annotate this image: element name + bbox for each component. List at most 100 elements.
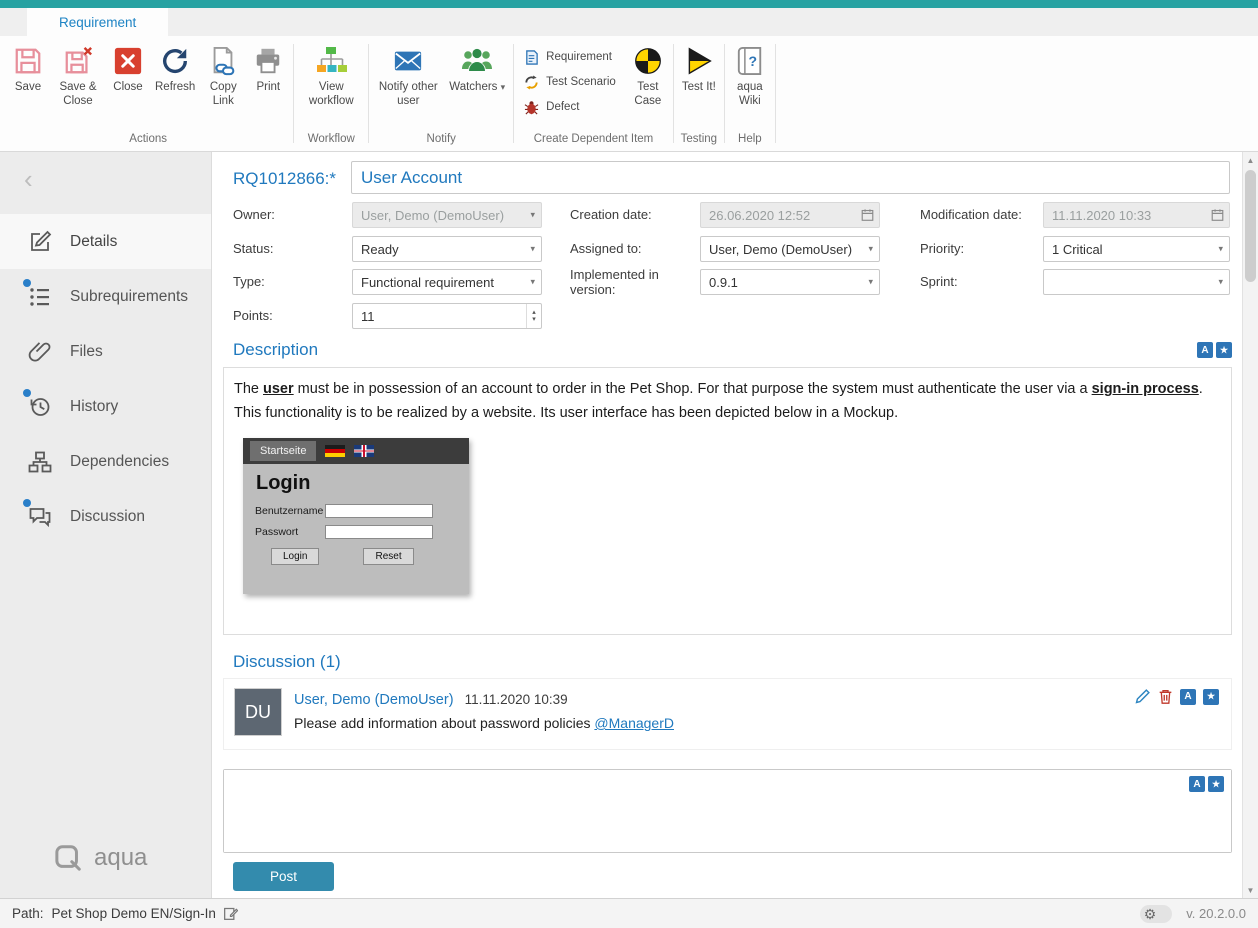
delete-comment-icon[interactable] <box>1158 688 1173 705</box>
description-header: Description <box>233 340 318 360</box>
scroll-up-icon[interactable]: ▲ <box>1243 152 1258 168</box>
calendar-icon <box>861 209 874 222</box>
sidebar-item-history[interactable]: History <box>0 379 211 434</box>
implemented-in-version-select[interactable]: 0.9.1 ▾ <box>700 269 880 295</box>
discussion-header: Discussion (1) <box>233 652 341 672</box>
sidebar-item-dependencies[interactable]: Dependencies <box>0 434 211 489</box>
settings-toggle[interactable]: ⚙ <box>1140 905 1173 923</box>
spinner-icons[interactable]: ▴▾ <box>526 304 541 328</box>
description-body[interactable]: The user must be in possession of an acc… <box>223 367 1232 635</box>
scroll-down-icon[interactable]: ▼ <box>1243 882 1258 898</box>
comment-text: Please add information about password po… <box>294 715 674 731</box>
owner-select[interactable]: User, Demo (DemoUser) ▾ <box>352 202 542 228</box>
font-style-icon[interactable]: A <box>1180 689 1196 705</box>
implemented-in-version-label: Implemented in version: <box>570 268 690 298</box>
comment-input[interactable] <box>224 770 1231 852</box>
copy-link-icon <box>207 45 239 77</box>
save-close-button[interactable]: Save & Close <box>50 38 106 110</box>
ribbon-separator <box>775 44 776 143</box>
aqua-logo-icon <box>54 844 84 872</box>
test-it-button[interactable]: Test It! <box>677 38 721 97</box>
mockup-password-input <box>325 525 433 539</box>
ribbon-separator <box>724 44 725 143</box>
collapse-sidebar-icon[interactable]: ‹ <box>24 166 33 192</box>
modification-date-field[interactable]: 11.11.2020 10:33 <box>1043 202 1230 228</box>
group-label-create-dependent-item: Create Dependent Item <box>517 129 670 151</box>
comment-actions: A ★ <box>1134 688 1219 705</box>
comment-item: DU User, Demo (DemoUser) 11.11.2020 10:3… <box>223 678 1232 750</box>
requirement-id-label: RQ1012866:* <box>233 169 336 189</box>
aqua-logo: aqua <box>54 844 147 872</box>
points-label: Points: <box>233 309 273 324</box>
comment-author-link[interactable]: User, Demo (DemoUser) <box>294 692 454 708</box>
calendar-icon <box>1211 209 1224 222</box>
type-select[interactable]: Functional requirement ▾ <box>352 269 542 295</box>
aqua-wiki-button[interactable]: ? aqua Wiki <box>728 38 772 110</box>
star-icon[interactable]: ★ <box>1208 776 1224 792</box>
hierarchy-icon <box>27 449 53 475</box>
assigned-to-select[interactable]: User, Demo (DemoUser) ▾ <box>700 236 880 262</box>
sidebar-item-details[interactable]: Details <box>0 214 211 269</box>
mockup-body: Login Benutzername Passwort Login Reset <box>243 464 469 565</box>
gear-icon: ⚙ <box>1144 907 1157 921</box>
comment-author-row: User, Demo (DemoUser) 11.11.2020 10:39 <box>294 692 568 708</box>
tab-requirement[interactable]: Requirement <box>27 8 168 36</box>
close-button[interactable]: Close <box>106 38 150 97</box>
chevron-down-icon: ▾ <box>1218 244 1223 255</box>
chevron-down-icon: ▾ <box>868 277 873 288</box>
font-style-icon[interactable]: A <box>1189 776 1205 792</box>
sidebar-item-discussion[interactable]: Discussion <box>0 489 211 544</box>
create-requirement-button[interactable]: Requirement <box>523 48 616 66</box>
watchers-button[interactable]: Watchers ▾ <box>444 38 510 97</box>
avatar: DU <box>234 688 282 736</box>
save-close-icon <box>62 45 94 77</box>
star-icon[interactable]: ★ <box>1216 342 1232 358</box>
font-style-icon[interactable]: A <box>1197 342 1213 358</box>
description-paragraph-2: This functionality is to be realized by … <box>234 401 1221 425</box>
post-button[interactable]: Post <box>233 862 334 891</box>
sidebar-item-files[interactable]: Files <box>0 324 211 379</box>
ribbon-separator <box>368 44 369 143</box>
mockup-header: Startseite <box>243 438 469 464</box>
german-flag-icon <box>325 445 345 457</box>
priority-select[interactable]: 1 Critical ▾ <box>1043 236 1230 262</box>
path-label: Path: <box>12 906 44 921</box>
points-stepper[interactable]: 11 ▴▾ <box>352 303 542 329</box>
edit-path-icon[interactable] <box>223 906 238 921</box>
chat-bubble-icon <box>27 504 53 530</box>
status-select[interactable]: Ready ▾ <box>352 236 542 262</box>
uk-flag-icon <box>354 445 374 457</box>
chevron-down-icon: ▾ <box>530 277 535 288</box>
print-button[interactable]: Print <box>246 38 290 97</box>
refresh-button[interactable]: Refresh <box>150 38 200 97</box>
window-title-bar <box>0 0 1258 8</box>
mockup-username-input <box>325 504 433 518</box>
comment-timestamp: 11.11.2020 10:39 <box>465 692 568 707</box>
copy-link-button[interactable]: Copy Link <box>200 38 246 110</box>
mockup-buttons: Login Reset <box>255 548 459 565</box>
sidebar-nav: Details Subrequirements Files <box>0 214 211 544</box>
history-icon <box>27 394 53 420</box>
modification-date-label: Modification date: <box>920 208 1022 223</box>
save-button[interactable]: Save <box>6 38 50 97</box>
edit-comment-icon[interactable] <box>1134 688 1151 705</box>
notify-other-user-button[interactable]: Notify other user <box>372 38 444 110</box>
priority-label: Priority: <box>920 242 964 257</box>
type-label: Type: <box>233 275 265 290</box>
ribbon-group-testing: Test It! Testing <box>677 38 721 151</box>
sprint-select[interactable]: ▾ <box>1043 269 1230 295</box>
chevron-down-icon: ▾ <box>530 244 535 255</box>
view-workflow-button[interactable]: View workflow <box>297 38 365 110</box>
star-icon[interactable]: ★ <box>1203 689 1219 705</box>
chevron-down-icon: ▾ <box>1218 277 1223 288</box>
mention-link[interactable]: @ManagerD <box>594 715 674 731</box>
scrollbar-thumb[interactable] <box>1245 170 1256 282</box>
title-input[interactable] <box>351 161 1230 194</box>
create-test-case-button[interactable]: Test Case <box>626 38 670 110</box>
sidebar-item-subrequirements[interactable]: Subrequirements <box>0 269 211 324</box>
creation-date-field[interactable]: 26.06.2020 12:52 <box>700 202 880 228</box>
vertical-scrollbar[interactable]: ▲ ▼ <box>1242 152 1258 898</box>
create-test-scenario-button[interactable]: Test Scenario <box>523 73 616 91</box>
view-workflow-icon <box>315 45 347 77</box>
create-defect-button[interactable]: Defect <box>523 98 616 116</box>
